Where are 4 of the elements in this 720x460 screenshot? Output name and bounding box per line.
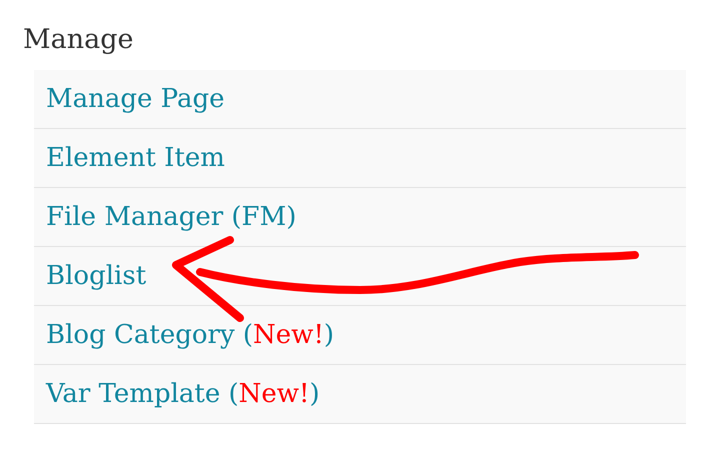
menu-link[interactable]: Manage Page [46, 80, 225, 118]
menu-link[interactable]: Bloglist [46, 256, 146, 296]
section-heading: Manage [23, 23, 134, 57]
menu-link[interactable]: Element Item [46, 138, 225, 178]
